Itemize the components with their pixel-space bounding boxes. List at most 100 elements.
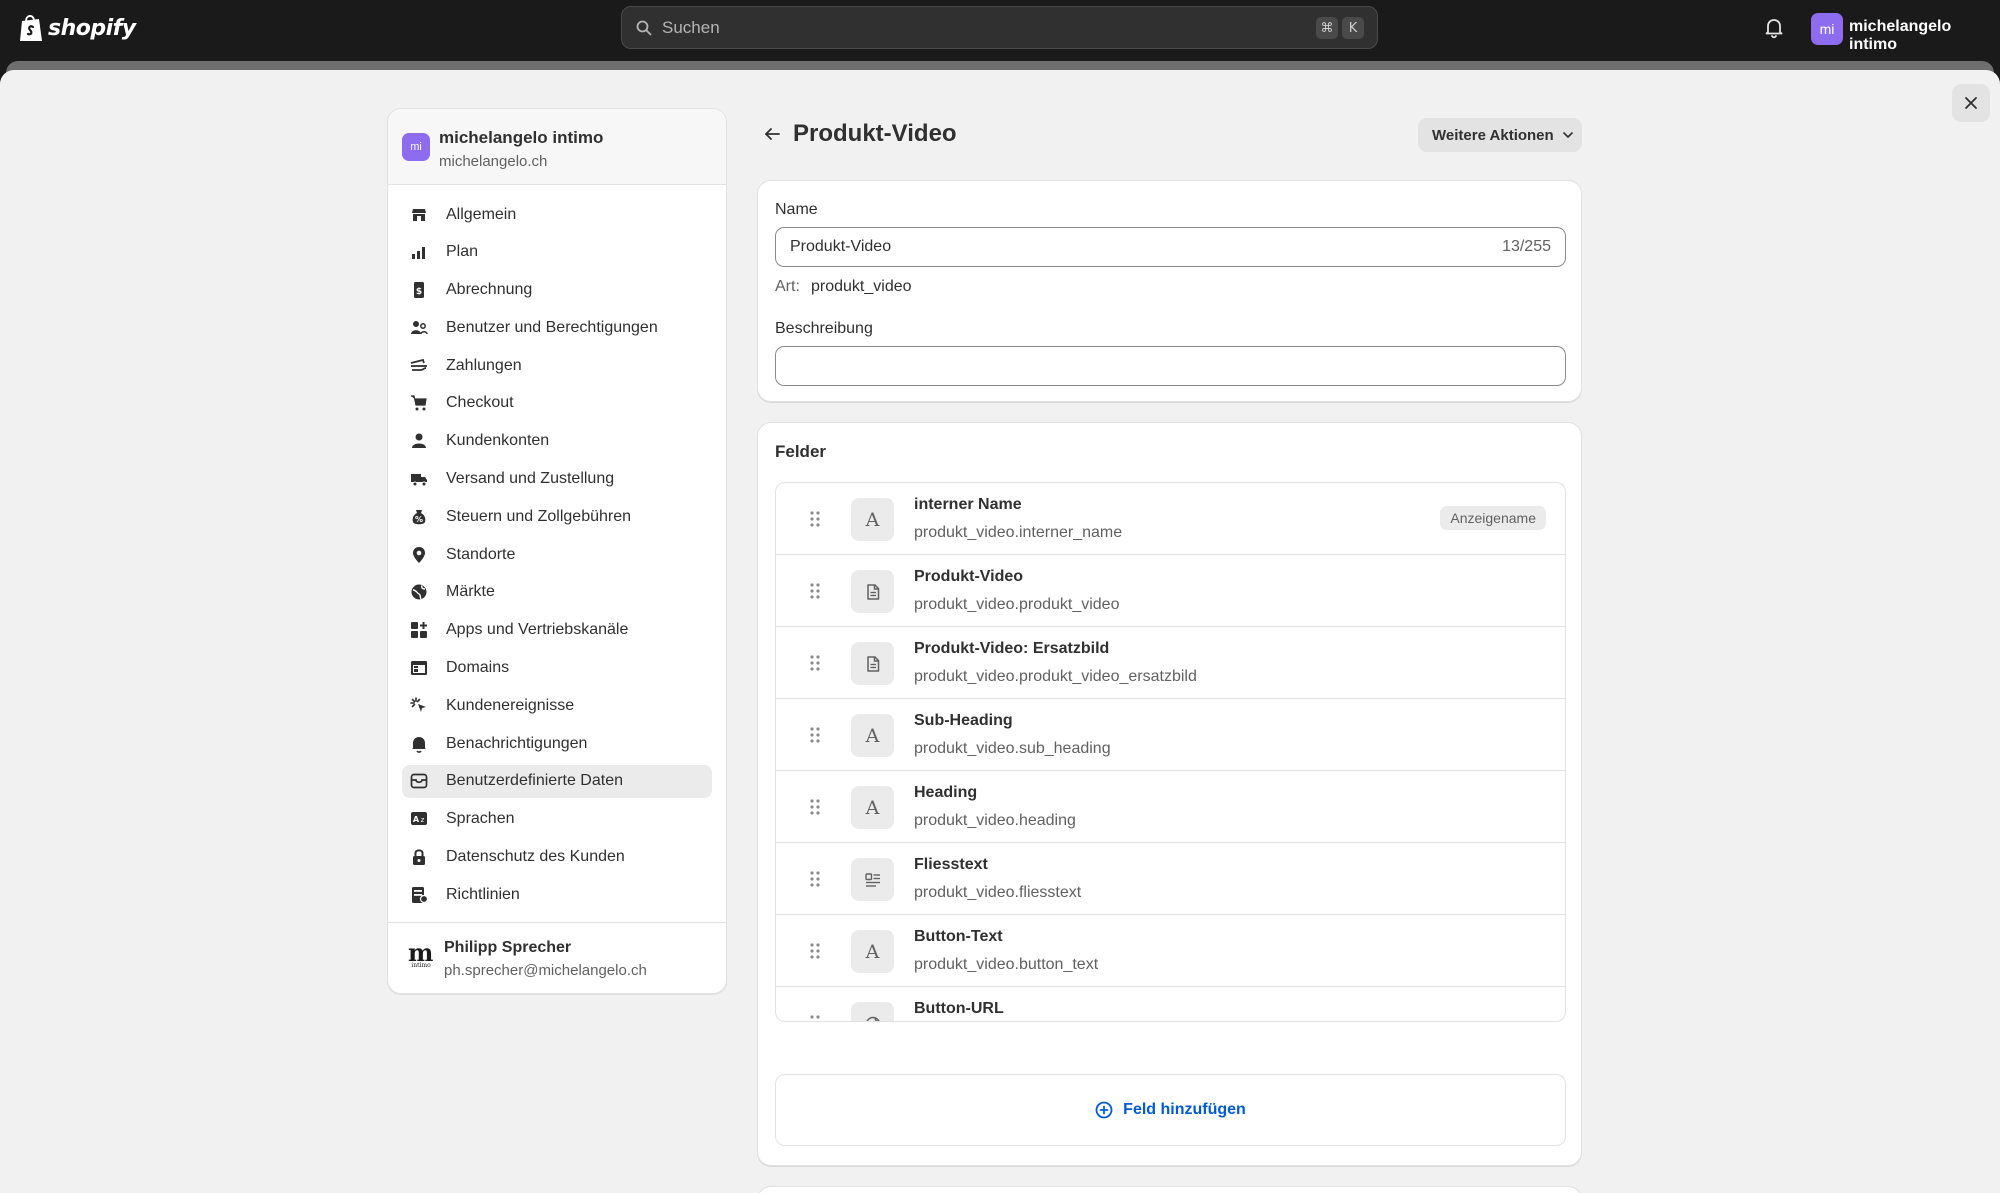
database-icon (409, 771, 429, 791)
description-field[interactable] (775, 346, 1566, 386)
sidebar-store-avatar: mi (402, 133, 430, 161)
drag-handle-icon[interactable] (809, 942, 821, 960)
drag-handle-icon[interactable] (809, 1014, 821, 1022)
drag-handle-icon[interactable] (809, 654, 821, 672)
field-name: Button-URL (914, 1000, 1004, 1017)
sidebar-item-label: Kundenereignisse (446, 696, 575, 714)
users-icon (409, 318, 429, 338)
sidebar-item-label: Märkte (446, 583, 495, 601)
search-bar[interactable]: Suchen ⌘ K (621, 6, 1378, 49)
tax-icon: % (409, 507, 429, 527)
sidebar-item-allgemein[interactable]: Allgemein (402, 198, 712, 231)
sidebar-item-plan[interactable]: Plan (402, 236, 712, 269)
sidebar-item-sprachen[interactable]: Az Sprachen (402, 803, 712, 836)
field-row[interactable]: Fliesstext produkt_video.fliesstext (776, 843, 1565, 915)
store-name[interactable]: michelangelo intimo (1849, 18, 2000, 54)
top-bar: shopify Suchen ⌘ K mi michelangelo intim… (0, 0, 2000, 57)
add-field-button[interactable]: Feld hinzufügen (775, 1074, 1566, 1146)
type-label: Art: (775, 278, 800, 295)
sidebar-item-apps-und-vertriebskanäle[interactable]: Apps und Vertriebskanäle (402, 614, 712, 647)
shopify-wordmark: shopify (48, 15, 136, 41)
field-row[interactable]: Ainterner Name produkt_video.interner_nam… (776, 483, 1565, 555)
field-key: produkt_video.sub_heading (914, 740, 1111, 757)
rich-text-icon (851, 858, 894, 901)
sidebar-item-kundenereignisse[interactable]: Kundenereignisse (402, 689, 712, 722)
more-actions-label: Weitere Aktionen (1432, 126, 1554, 144)
field-row[interactable]: Button-URLprodukt_video.button_url (776, 987, 1565, 1022)
sidebar-item-steuern-und-zollgebühren[interactable]: % Steuern und Zollgebühren (402, 500, 712, 533)
sidebar-item-label: Steuern und Zollgebühren (446, 507, 632, 525)
sidebar-item-label: Abrechnung (446, 281, 533, 299)
type-value: produkt_video (811, 278, 912, 295)
name-char-count: 13/255 (1502, 238, 1551, 255)
person-icon (409, 431, 429, 451)
link-icon (851, 1002, 894, 1021)
sidebar-item-label: Standorte (446, 545, 516, 563)
sidebar-item-label: Allgemein (446, 205, 517, 223)
cart-icon (409, 393, 429, 413)
lock-icon (409, 847, 429, 867)
location-icon (409, 545, 429, 565)
back-arrow-icon[interactable] (762, 124, 782, 144)
drag-handle-icon[interactable] (809, 510, 821, 528)
sidebar-item-datenschutz-des-kunden[interactable]: Datenschutz des Kunden (402, 841, 712, 874)
field-key: produkt_video.button_text (914, 956, 1099, 973)
field-name: Fliesstext (914, 856, 988, 873)
sidebar-item-zahlungen[interactable]: Zahlungen (402, 349, 712, 382)
shopify-logo[interactable]: shopify (18, 13, 136, 43)
sidebar-item-label: Versand und Zustellung (446, 470, 615, 488)
sidebar-item-versand-und-zustellung[interactable]: Versand und Zustellung (402, 463, 712, 496)
field-row[interactable]: A Sub-Heading produkt_video.sub_heading (776, 699, 1565, 771)
sidebar-item-benachrichtigungen[interactable]: Benachrichtigungen (402, 727, 712, 760)
sidebar-item-kundenkonten[interactable]: Kundenkonten (402, 425, 712, 458)
sidebar-nav: Allgemein Plan $ Abrechnung Benutzer und Ber… (388, 185, 726, 911)
cursor-icon (409, 696, 429, 716)
sidebar-user-footer[interactable]: m intimo Philipp Sprecher ph.sprecher@mi… (388, 922, 726, 993)
next-card (757, 1186, 1582, 1193)
svg-text:%: % (415, 515, 423, 524)
truck-icon (409, 469, 429, 489)
brand-logo: m intimo (408, 941, 434, 969)
fields-section-title: Felder (775, 442, 827, 461)
sidebar-item-label: Sprachen (446, 810, 515, 828)
field-row[interactable]: A Button-Text produkt_video.button_text (776, 915, 1565, 987)
field-row[interactable]: Produkt-Video: Ersatzbild produkt_video.p… (776, 627, 1565, 699)
sidebar-item-benutzer-und-berechtigungen[interactable]: Benutzer und Berechtigungen (402, 311, 712, 344)
name-field[interactable]: Produkt-Video 13/255 (775, 227, 1566, 267)
sidebar-item-label: Richtlinien (446, 885, 520, 903)
sidebar-item-checkout[interactable]: Checkout (402, 387, 712, 420)
shopify-bag-icon (20, 15, 42, 41)
language-icon: Az (409, 809, 429, 829)
sidebar-store-header[interactable]: mi michelangelo intimo michelangelo.ch (388, 109, 726, 185)
sidebar-item-märkte[interactable]: Märkte (402, 576, 712, 609)
close-button[interactable] (1952, 84, 1990, 122)
drag-handle-icon[interactable] (809, 726, 821, 744)
drag-handle-icon[interactable] (809, 798, 821, 816)
sidebar-item-benutzerdefinierte-daten[interactable]: Benutzerdefinierte Daten (402, 764, 712, 798)
sidebar-item-abrechnung[interactable]: $ Abrechnung (402, 274, 712, 307)
field-row[interactable]: A Heading produkt_video.heading (776, 771, 1565, 843)
field-row[interactable]: Produkt-Video produkt_video.produkt_video (776, 555, 1565, 627)
sidebar-item-richtlinien[interactable]: Richtlinien (402, 878, 712, 911)
name-label: Name (775, 201, 818, 218)
page-title: Produkt-Video (793, 120, 957, 147)
drag-handle-icon[interactable] (809, 582, 821, 600)
svg-text:z: z (421, 816, 425, 824)
drag-handle-icon[interactable] (809, 870, 821, 888)
sidebar-item-label: Plan (446, 243, 479, 261)
store-icon (409, 205, 429, 225)
sidebar-store-name: michelangelo intimo (439, 128, 604, 147)
shortcut-cmd-key: ⌘ (1316, 17, 1338, 39)
search-placeholder: Suchen (662, 17, 720, 37)
globe-icon (409, 582, 429, 602)
more-actions-button[interactable]: Weitere Aktionen (1418, 118, 1582, 152)
search-icon (636, 20, 652, 35)
settings-sidebar: mi michelangelo intimo michelangelo.ch A… (387, 108, 727, 994)
store-avatar[interactable]: mi (1811, 13, 1843, 45)
sidebar-item-standorte[interactable]: Standorte (402, 538, 712, 571)
sidebar-item-domains[interactable]: Domains (402, 652, 712, 685)
policy-icon (409, 885, 429, 905)
sidebar-item-label: Benachrichtigungen (446, 734, 588, 752)
domains-icon (409, 658, 429, 678)
notifications-bell-icon[interactable] (1762, 16, 1786, 40)
